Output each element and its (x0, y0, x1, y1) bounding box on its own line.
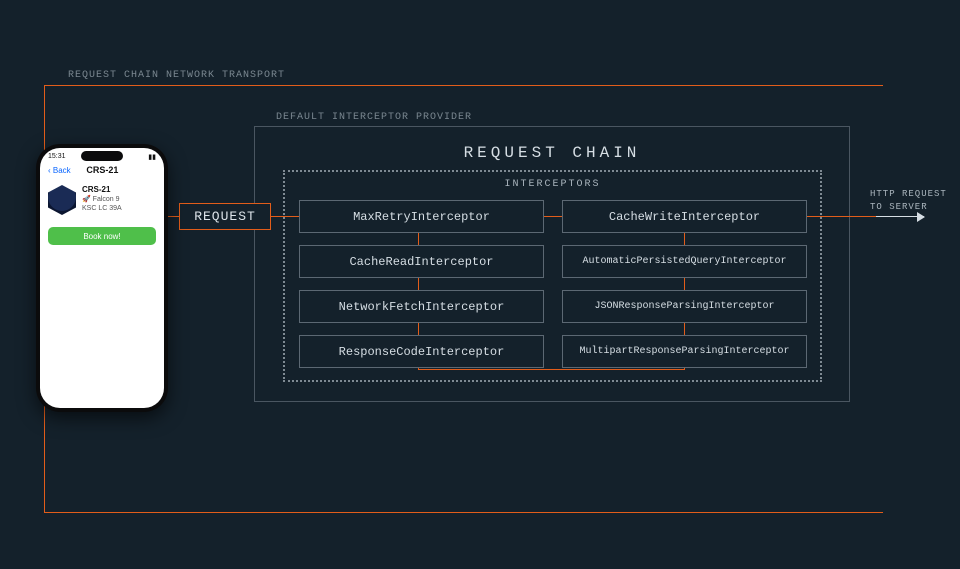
mission-row: CRS-21 🚀 Falcon 9 KSC LC 39A (40, 181, 164, 219)
back-button[interactable]: ‹ Back (48, 166, 71, 175)
phone-time: 15:31 (48, 153, 66, 161)
http-line1: HTTP REQUEST (870, 189, 947, 199)
request-box: REQUEST (179, 203, 271, 230)
back-label: Back (53, 166, 71, 175)
launch-pad: KSC LC 39A (82, 204, 122, 213)
book-button[interactable]: Book now! (48, 227, 156, 245)
phone-nav: ‹ Back CRS-21 (40, 161, 164, 181)
arrow-icon (876, 216, 924, 217)
phone-mock: 15:31 ▮▮ ‹ Back CRS-21 CRS-21 🚀 Falcon 9… (36, 144, 168, 412)
interceptors-label: INTERCEPTORS (283, 179, 822, 190)
interceptor-box: MultipartResponseParsingInterceptor (562, 335, 807, 368)
interceptor-box: NetworkFetchInterceptor (299, 290, 544, 323)
http-request-label: HTTP REQUEST TO SERVER (870, 188, 950, 213)
interceptor-box: CacheReadInterceptor (299, 245, 544, 278)
mission-meta: CRS-21 🚀 Falcon 9 KSC LC 39A (82, 185, 122, 214)
interceptors-grid: MaxRetryInterceptor CacheWriteIntercepto… (299, 200, 807, 368)
phone-screen: 15:31 ▮▮ ‹ Back CRS-21 CRS-21 🚀 Falcon 9… (40, 148, 164, 408)
interceptor-box: ResponseCodeInterceptor (299, 335, 544, 368)
connector (418, 369, 685, 370)
interceptor-box: CacheWriteInterceptor (562, 200, 807, 233)
mission-patch-icon (48, 185, 76, 215)
request-chain-title: REQUEST CHAIN (254, 144, 850, 162)
rocket-icon: 🚀 (82, 196, 91, 203)
mission-name: CRS-21 (82, 185, 122, 195)
page-title: CRS-21 (86, 165, 118, 175)
wifi-icon: ▮▮ (148, 153, 156, 161)
interceptor-box: JSONResponseParsingInterceptor (562, 290, 807, 323)
phone-notch (81, 151, 123, 161)
transport-label: REQUEST CHAIN NETWORK TRANSPORT (68, 70, 285, 81)
interceptor-box: MaxRetryInterceptor (299, 200, 544, 233)
rocket-name: Falcon 9 (93, 196, 120, 203)
interceptor-box: AutomaticPersistedQueryInterceptor (562, 245, 807, 278)
http-line2: TO SERVER (870, 202, 928, 212)
dip-label: DEFAULT INTERCEPTOR PROVIDER (276, 112, 472, 123)
